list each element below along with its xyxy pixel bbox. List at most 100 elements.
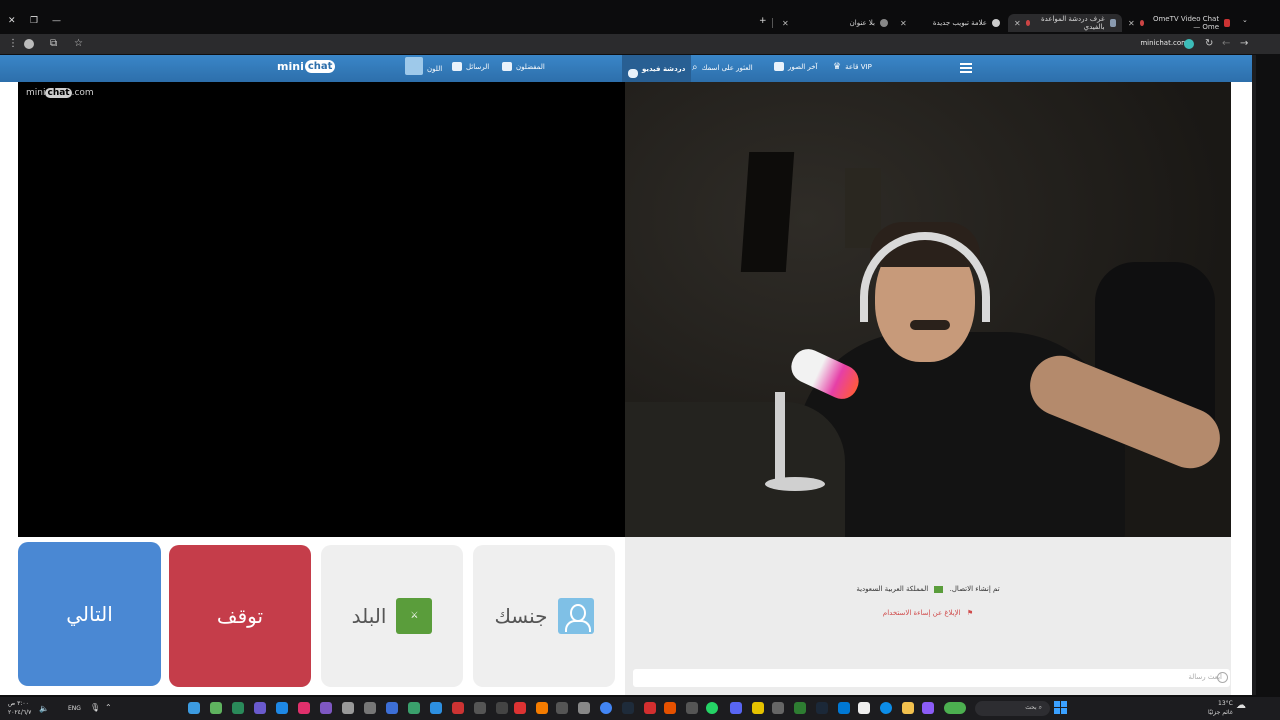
app-icon[interactable] [232, 702, 244, 714]
app-icon[interactable] [320, 702, 332, 714]
app-icon[interactable] [922, 702, 934, 714]
app-icon[interactable] [474, 702, 486, 714]
stranger-video: mini chat .com [18, 82, 625, 537]
close-tab-icon[interactable]: ✕ [1128, 19, 1135, 28]
hamburger-menu-icon[interactable] [960, 63, 972, 73]
teams-icon[interactable] [254, 702, 266, 714]
connection-message: تم إنشاء الاتصال. المملكة العربية السعود… [625, 585, 1231, 593]
close-window-icon[interactable]: ✕ [8, 16, 16, 26]
recording-icon [1139, 20, 1145, 26]
store-icon[interactable] [858, 702, 870, 714]
app-icon[interactable] [752, 702, 764, 714]
page-scrollbar[interactable] [1252, 55, 1256, 695]
windows-start-icon[interactable] [1054, 701, 1068, 715]
next-button[interactable]: التالي [18, 542, 161, 686]
app-icon[interactable] [496, 702, 508, 714]
edge-icon[interactable] [880, 702, 892, 714]
app-icon[interactable] [536, 702, 548, 714]
red-flag-icon: ⚑ [966, 609, 974, 617]
chat-message-input[interactable]: ابعث رسالة [633, 669, 1230, 687]
app-icon[interactable] [644, 702, 656, 714]
app-icon[interactable] [578, 702, 590, 714]
clock-date[interactable]: ٢٠٢٤/٦/٧ [8, 709, 31, 716]
minimize-window-icon[interactable]: — [52, 16, 61, 26]
tab-separator [772, 18, 773, 28]
url-text[interactable]: minichat.com [1140, 39, 1188, 47]
tab-title: OmeTV Video Chat — Ome [1152, 15, 1220, 31]
language-indicator[interactable]: ENG [68, 705, 81, 712]
tab-untitled[interactable]: بلا عنوان ✕ [776, 14, 894, 32]
forward-icon[interactable]: ← [1222, 38, 1230, 49]
report-abuse-link[interactable]: ⚑ الإبلاغ عن إساءة الاستخدام [625, 609, 1231, 617]
logo-bubble: chat [304, 60, 336, 73]
mic-tray-icon[interactable]: 🎙 [90, 703, 100, 712]
nav-find-name-label: العثور على اسمك [701, 63, 753, 72]
app-icon[interactable] [188, 702, 200, 714]
close-tab-icon[interactable]: ✕ [782, 19, 789, 28]
extensions-icon[interactable]: ⧉ [50, 38, 57, 49]
close-tab-icon[interactable]: ✕ [1014, 19, 1021, 28]
profile-icon[interactable] [24, 39, 34, 49]
app-icon[interactable] [276, 702, 288, 714]
tab-title: بلا عنوان [849, 19, 875, 27]
site-info-icon[interactable] [1184, 39, 1194, 49]
tab-ometv[interactable]: OmeTV Video Chat — Ome ✕ [1122, 14, 1236, 32]
nav-color[interactable]: اللون [405, 57, 442, 75]
menu-dots-icon[interactable]: ⋮ [8, 38, 18, 49]
gender-button-label: جنسك [494, 604, 548, 628]
weather-temp[interactable]: 13°C [1218, 700, 1233, 707]
nav-photos[interactable]: آخر الصور [774, 62, 818, 71]
folder-icon[interactable] [902, 702, 914, 714]
chrome-icon[interactable] [600, 702, 612, 714]
widget-icon[interactable] [944, 702, 966, 714]
nav-video-chat[interactable]: دردشة فيديو [622, 55, 692, 82]
nav-favorites[interactable]: المفضلون [502, 62, 545, 71]
reload-icon[interactable]: ↻ [1205, 38, 1213, 49]
country-filter-button[interactable]: ⚔ البلد [321, 545, 463, 687]
chevron-up-icon[interactable]: ⌃ [105, 703, 112, 712]
tab-minichat[interactable]: غرف دردشة المواعدة بالفيدي ✕ [1008, 14, 1122, 32]
close-tab-icon[interactable]: ✕ [900, 19, 907, 28]
nav-vip[interactable]: VIP قاعة ♛ [833, 62, 872, 72]
nav-vip-label: VIP قاعة [845, 63, 872, 71]
taskbar-search[interactable]: ⌕ بحث [975, 701, 1050, 716]
app-icon[interactable] [686, 702, 698, 714]
nav-messages[interactable]: الرسائل [452, 62, 489, 71]
back-icon[interactable]: → [1240, 38, 1248, 49]
whatsapp-icon[interactable] [706, 702, 718, 714]
new-tab-icon[interactable]: + [759, 16, 767, 26]
app-icon[interactable] [210, 702, 222, 714]
app-icon[interactable] [622, 702, 634, 714]
speaker-icon[interactable]: 🔈 [39, 704, 49, 713]
weather-desc[interactable]: غائم جزئيًا [1208, 709, 1233, 716]
app-icon[interactable] [386, 702, 398, 714]
xbox-icon[interactable] [794, 702, 806, 714]
stop-button[interactable]: توقف [169, 545, 311, 687]
bookmark-star-icon[interactable]: ☆ [74, 38, 83, 49]
stop-button-label: توقف [216, 604, 264, 628]
settings-gear-icon[interactable] [342, 702, 354, 714]
page-content: mini chat .com التالي توقف ⚔ البلد جنسك [0, 82, 1252, 695]
app-icon[interactable] [664, 702, 676, 714]
tab-search-icon[interactable]: ⌄ [1242, 16, 1248, 24]
discord-icon[interactable] [730, 702, 742, 714]
app-icon[interactable] [556, 702, 568, 714]
gender-filter-button[interactable]: جنسك [473, 545, 615, 687]
app-icon[interactable] [364, 702, 376, 714]
tab-new-tab[interactable]: علامة تبويب جديدة ✕ [894, 14, 1006, 32]
minichat-logo[interactable]: mini chat [277, 60, 336, 73]
app-icon[interactable] [514, 702, 526, 714]
steam-icon[interactable] [816, 702, 828, 714]
nav-find-name[interactable]: العثور على اسمك ⌕ [692, 62, 753, 73]
restore-window-icon[interactable]: ❐ [30, 16, 38, 26]
app-icon[interactable] [838, 702, 850, 714]
app-icon[interactable] [772, 702, 784, 714]
app-icon[interactable] [430, 702, 442, 714]
instagram-icon[interactable] [298, 702, 310, 714]
weather-cloud-icon[interactable]: ☁ [1236, 700, 1246, 711]
app-icon[interactable] [452, 702, 464, 714]
clock-time[interactable]: ٣:٠٠ ص [8, 700, 29, 707]
windows-taskbar: ٣:٠٠ ص ٢٠٢٤/٦/٧ 🔈 ENG 🎙 ⌃ ⌕ بحث 13°C غائ… [0, 697, 1280, 720]
app-icon[interactable] [408, 702, 420, 714]
emoji-icon[interactable] [1217, 672, 1228, 683]
